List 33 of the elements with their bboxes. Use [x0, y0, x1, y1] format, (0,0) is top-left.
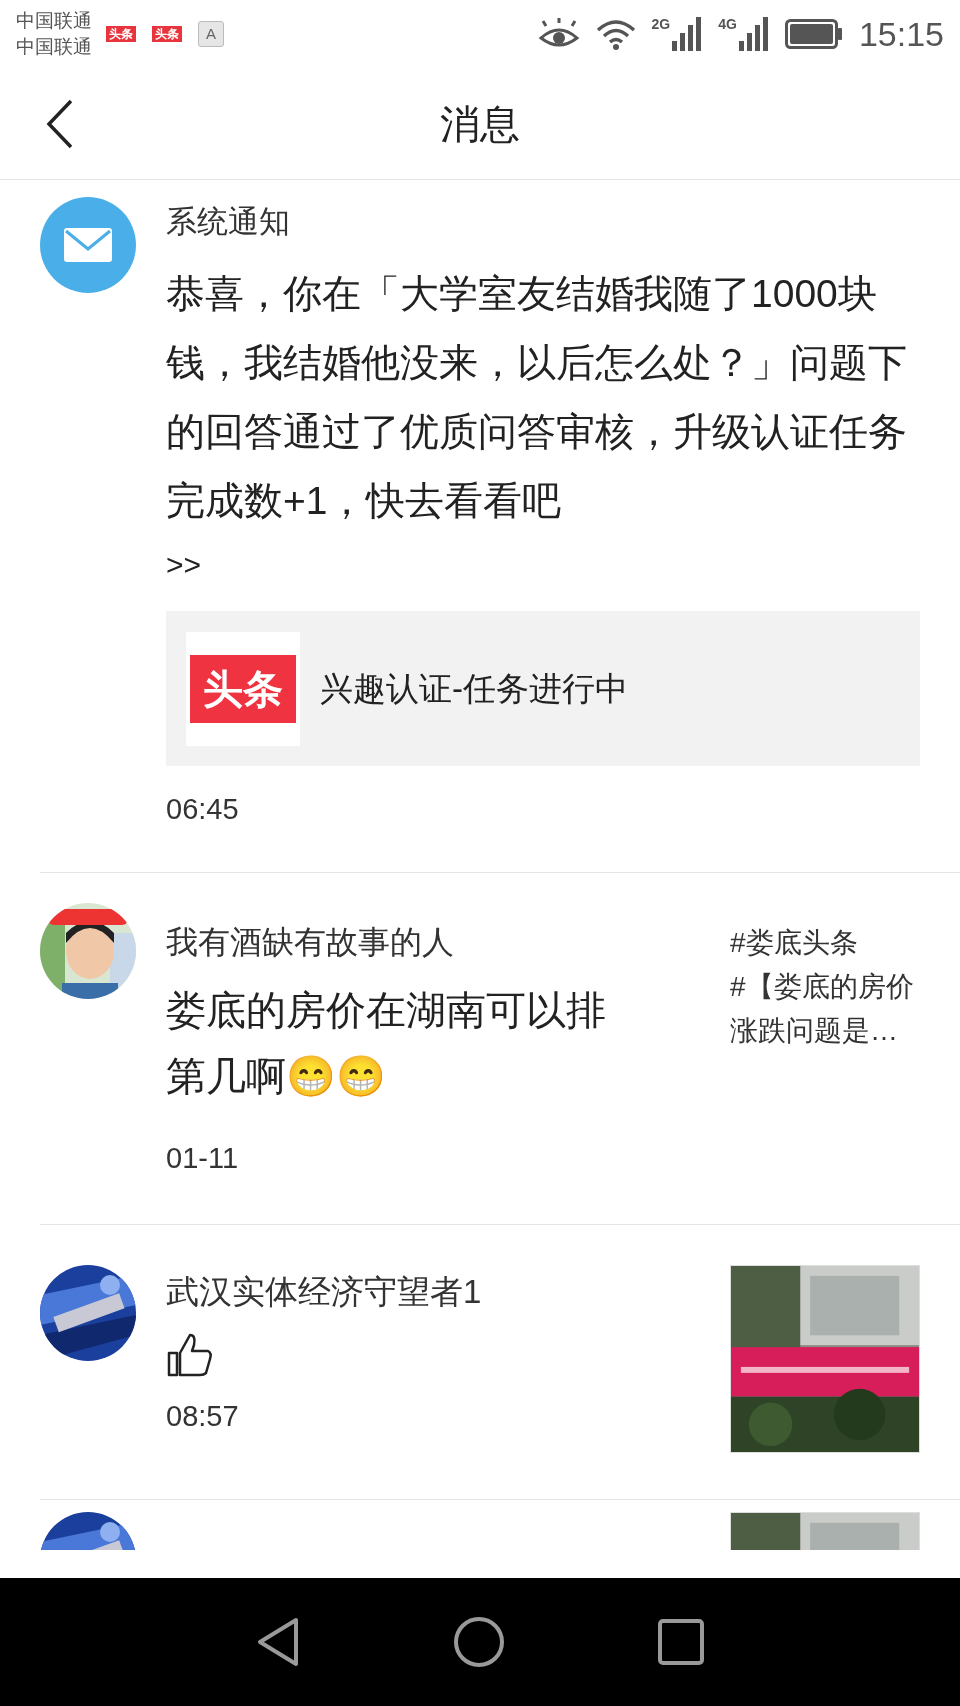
wifi-icon [595, 18, 636, 50]
back-nav-icon[interactable] [256, 1616, 301, 1668]
battery-icon [784, 19, 843, 49]
mail-avatar-icon [40, 197, 136, 293]
logo-text: 头条 [190, 654, 296, 723]
signal-icon [672, 17, 703, 51]
keyboard-badge: A [198, 21, 224, 47]
more-link[interactable]: >> [166, 535, 202, 595]
topic-tag[interactable]: #【娄底的房价涨跌问题是… [730, 964, 920, 1053]
recents-nav-icon[interactable] [657, 1619, 704, 1665]
message-time: 01-11 [166, 1140, 240, 1176]
signal-icon [738, 17, 769, 51]
message-text: 恭喜，你在「大学室友结婚我随了1000块钱，我结婚他没来，以后怎么处？」问题下的回答通过了优质问答审核，升级认证任务完成数+1，快去看看吧 [166, 271, 908, 524]
card-title: 兴趣认证-任务进行中 [320, 668, 628, 709]
sender-name: 系统通知 [166, 203, 291, 241]
page-title: 消息 [440, 100, 520, 148]
thumbs-up-icon [166, 1331, 214, 1379]
network-label: 2G [651, 17, 671, 31]
message-time: 08:57 [166, 1399, 240, 1434]
task-card[interactable]: 头条 兴趣认证-任务进行中 [166, 611, 920, 766]
comment-text: 娄底的房价在湖南可以排第几啊😁😁 [166, 986, 607, 1100]
clock-time: 15:15 [858, 13, 944, 55]
home-nav-icon[interactable] [453, 1616, 505, 1668]
sender-name: 我有酒缺有故事的人 [166, 922, 455, 962]
message-time: 06:45 [166, 792, 240, 827]
back-icon [46, 98, 74, 149]
app-badge: 头条 [152, 26, 182, 42]
app-badge: 头条 [106, 26, 136, 42]
network-label: 4G [718, 17, 737, 31]
carrier-name: 中国联通 [16, 9, 92, 33]
topic-tag[interactable]: #娄底头条 [730, 920, 920, 965]
carrier-name: 中国联通 [16, 35, 92, 59]
sender-name: 武汉实体经济守望者1 [166, 1272, 483, 1312]
